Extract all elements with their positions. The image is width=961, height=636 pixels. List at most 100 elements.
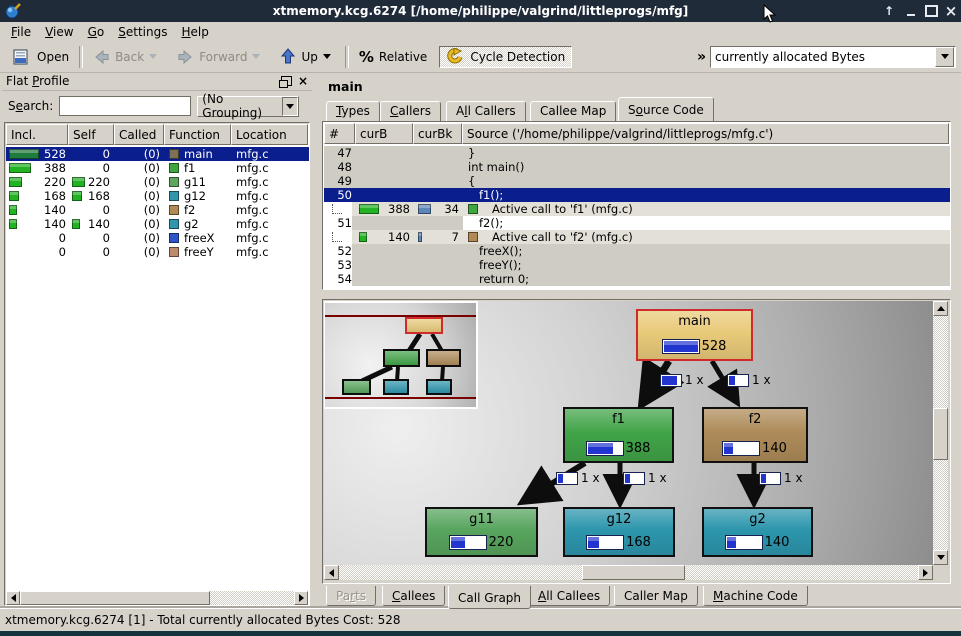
minimize-button[interactable]	[902, 0, 920, 22]
tab-callee-map[interactable]: Callee Map	[530, 101, 616, 121]
col-function[interactable]: Function	[164, 124, 231, 145]
curb-bar	[359, 232, 367, 242]
tab-callees[interactable]: Callees	[382, 586, 445, 606]
scroll-up-button[interactable]	[933, 301, 948, 316]
cycle-detection-button[interactable]: Cycle Detection	[439, 46, 572, 68]
scrollbar-thumb[interactable]	[933, 408, 948, 460]
table-row-g11[interactable]: 220 220 (0) g11 mfg.c	[6, 175, 309, 189]
call-graph-viewport[interactable]: 1 x 1 x 1 x 1 x 1 x main 528 f1 388 f2	[324, 301, 933, 565]
col-curbk[interactable]: curBk	[413, 123, 462, 144]
maximize-button[interactable]	[922, 0, 940, 22]
scroll-right-button[interactable]	[918, 565, 933, 580]
node-value: 140	[762, 441, 787, 456]
source-row[interactable]: 49 {	[324, 174, 950, 188]
function-color-icon	[169, 205, 179, 215]
col-incl[interactable]: Incl.	[6, 124, 68, 145]
table-row-freeX[interactable]: 0 0 (0) freeX mfg.c	[6, 231, 309, 245]
tab-parts[interactable]: Parts	[326, 586, 376, 606]
node-label: g11	[469, 512, 494, 527]
table-row-g12[interactable]: 168 168 (0) g12 mfg.c	[6, 189, 309, 203]
scrollbar-thumb[interactable]	[20, 591, 210, 605]
graph-node-g2[interactable]: g2 140	[702, 507, 813, 557]
menu-file[interactable]: File	[4, 24, 38, 40]
grouping-select[interactable]: (No Grouping)	[197, 96, 299, 117]
col-curb[interactable]: curB	[355, 123, 413, 144]
graph-node-f2[interactable]: f2 140	[702, 407, 808, 463]
back-button[interactable]: Back	[87, 46, 163, 68]
source-row-selected[interactable]: 50 f1();	[324, 188, 950, 202]
graph-node-main[interactable]: main 528	[636, 309, 753, 361]
call-graph-minimap[interactable]	[324, 301, 478, 409]
tab-machine-code[interactable]: Machine Code	[703, 586, 808, 606]
table-row-f1[interactable]: 388 0 (0) f1 mfg.c	[6, 161, 309, 175]
window-title: xtmemory.kcg.6274 [/home/philippe/valgri…	[0, 4, 961, 18]
source-row[interactable]: 47 }	[324, 146, 950, 160]
scroll-left-button[interactable]	[324, 565, 339, 580]
tab-all-callers[interactable]: All Callers	[446, 101, 526, 121]
scroll-down-button[interactable]	[933, 550, 948, 565]
horizontal-splitter[interactable]	[322, 291, 951, 299]
source-line-text: }	[352, 146, 475, 160]
tab-all-callees[interactable]: All Callees	[528, 586, 610, 606]
tab-caller-map[interactable]: Caller Map	[614, 586, 698, 606]
node-value: 220	[489, 535, 514, 550]
dock-close-button[interactable]: ×	[298, 74, 308, 88]
source-row[interactable]: 52 freeX();	[324, 244, 950, 258]
event-type-select[interactable]: currently allocated Bytes	[710, 46, 956, 68]
open-button[interactable]: Open	[6, 46, 75, 68]
source-line-text: return 0;	[352, 272, 529, 286]
toolbar-overflow-button[interactable]: »	[693, 49, 710, 65]
source-row[interactable]: 53 freeY();	[324, 258, 950, 272]
tab-call-graph[interactable]: Call Graph	[448, 586, 531, 609]
table-row-f2[interactable]: 140 0 (0) f2 mfg.c	[6, 203, 309, 217]
menu-help[interactable]: Help	[174, 24, 215, 40]
tab-source-code[interactable]: Source Code	[618, 97, 714, 121]
graph-hscrollbar[interactable]	[324, 565, 933, 580]
source-row-active-call[interactable]: 388 34 Active call to 'f1' (mfg.c)	[324, 202, 950, 216]
cost-bar	[663, 340, 699, 353]
menu-go[interactable]: Go	[81, 24, 112, 40]
grouping-value: (No Grouping)	[202, 92, 282, 120]
col-source[interactable]: Source ('/home/philippe/valgrind/littlep…	[462, 123, 949, 144]
flat-profile-hscrollbar[interactable]	[6, 591, 308, 605]
forward-button[interactable]: Forward	[171, 46, 266, 68]
tab-types[interactable]: Types	[326, 101, 380, 121]
active-call-text: Active call to 'f2' (mfg.c)	[463, 230, 633, 244]
cost-bar	[723, 442, 759, 455]
col-line-number[interactable]: #	[324, 123, 355, 144]
status-bar: xtmemory.kcg.6274 [1] - Total currently …	[0, 608, 961, 631]
close-button[interactable]: ×	[942, 0, 960, 22]
graph-vscrollbar[interactable]	[933, 301, 948, 565]
graph-node-g11[interactable]: g11 220	[425, 507, 538, 557]
grouping-arrow[interactable]	[282, 97, 298, 116]
source-row[interactable]: 54 return 0;	[324, 272, 950, 286]
node-value: 140	[765, 535, 790, 550]
table-row-main[interactable]: 528 0 (0) main mfg.c	[6, 147, 309, 161]
table-row-freeY[interactable]: 0 0 (0) freeY mfg.c	[6, 245, 309, 259]
col-self[interactable]: Self	[68, 124, 114, 145]
title-bar[interactable]: xtmemory.kcg.6274 [/home/philippe/valgri…	[0, 0, 961, 22]
dock-float-button[interactable]	[281, 76, 292, 86]
scroll-left-button[interactable]	[6, 591, 20, 605]
source-row-active-call[interactable]: 140 7 Active call to 'f2' (mfg.c)	[324, 230, 950, 244]
event-type-arrow[interactable]	[935, 47, 954, 67]
menu-view[interactable]: View	[38, 24, 80, 40]
shade-button[interactable]: ↑	[880, 0, 898, 22]
vertical-splitter[interactable]	[312, 72, 320, 607]
col-location[interactable]: Location	[231, 124, 308, 145]
source-row[interactable]: 48 int main()	[324, 160, 950, 174]
tab-callers[interactable]: Callers	[380, 101, 441, 121]
search-input[interactable]	[59, 96, 191, 116]
table-row-g2[interactable]: 140 140 (0) g2 mfg.c	[6, 217, 309, 231]
scroll-right-button[interactable]	[294, 591, 308, 605]
scrollbar-thumb[interactable]	[582, 565, 685, 580]
incl-bar	[9, 219, 17, 229]
col-called[interactable]: Called	[114, 124, 164, 145]
source-row[interactable]: 51 f2();	[324, 216, 950, 230]
up-button[interactable]: Up	[274, 46, 336, 68]
graph-node-g12[interactable]: g12 168	[563, 507, 675, 557]
menu-settings[interactable]: Settings	[111, 24, 174, 40]
cycle-detection-icon	[446, 48, 465, 65]
graph-node-f1[interactable]: f1 388	[563, 407, 674, 463]
relative-button[interactable]: % Relative	[353, 46, 433, 68]
